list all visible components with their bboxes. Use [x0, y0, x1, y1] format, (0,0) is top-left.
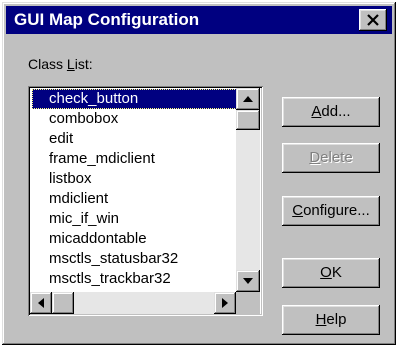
class-list-item[interactable]: micaddontable	[32, 229, 237, 249]
class-list-items: check_button combobox edit frame_mdiclient l…	[32, 89, 237, 289]
scrollbar-corner	[236, 292, 260, 314]
class-list-item[interactable]: mdiclient	[32, 189, 237, 209]
arrow-right-icon	[222, 298, 228, 308]
close-button[interactable]	[359, 9, 387, 31]
ok-button[interactable]: OK	[282, 258, 380, 288]
configure-button[interactable]: Configure...	[282, 196, 380, 226]
class-list-item[interactable]: listbox	[32, 169, 237, 189]
arrow-down-icon	[243, 278, 253, 284]
scroll-down-button[interactable]	[236, 270, 260, 292]
vertical-scrollbar[interactable]	[236, 88, 260, 292]
class-list-label: Class List:	[28, 56, 93, 72]
scroll-right-button[interactable]	[214, 292, 236, 314]
add-button[interactable]: Add...	[282, 97, 380, 127]
title-bar[interactable]: GUI Map Configuration	[6, 6, 392, 34]
vertical-scroll-thumb[interactable]	[236, 110, 260, 130]
class-list-item[interactable]: frame_mdiclient	[32, 149, 237, 169]
scroll-left-button[interactable]	[30, 292, 52, 314]
horizontal-scroll-thumb[interactable]	[52, 292, 74, 314]
class-list-item[interactable]: edit	[32, 129, 237, 149]
window-title: GUI Map Configuration	[14, 10, 200, 29]
arrow-up-icon	[243, 96, 253, 102]
help-button[interactable]: Help	[282, 305, 380, 335]
class-list-item[interactable]: combobox	[32, 109, 237, 129]
class-list-item[interactable]: msctls_statusbar32	[32, 249, 237, 269]
gui-map-configuration-dialog: GUI Map Configuration Class List: check_…	[2, 2, 396, 345]
horizontal-scrollbar[interactable]	[30, 292, 236, 314]
scroll-up-button[interactable]	[236, 88, 260, 110]
arrow-left-icon	[38, 298, 44, 308]
delete-button[interactable]: Delete	[282, 143, 380, 173]
class-list[interactable]: check_button combobox edit frame_mdiclient l…	[28, 86, 263, 316]
close-icon	[367, 14, 379, 26]
class-list-item[interactable]: msctls_trackbar32	[32, 269, 237, 289]
class-list-item[interactable]: mic_if_win	[32, 209, 237, 229]
class-list-item[interactable]: check_button	[32, 89, 237, 109]
